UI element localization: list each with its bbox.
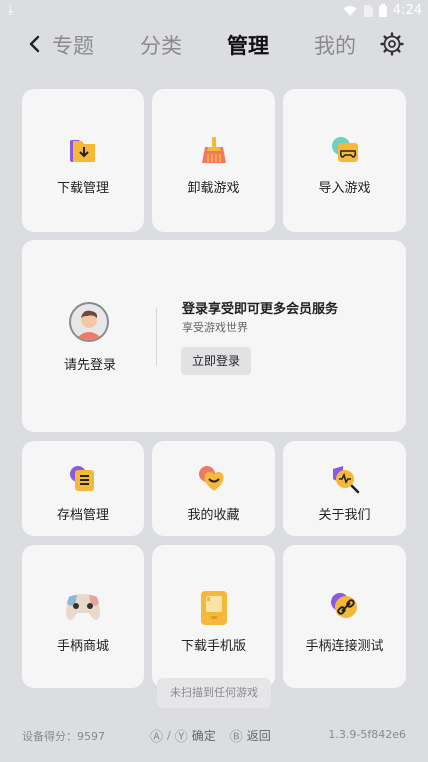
login-button[interactable]: 立即登录 bbox=[181, 347, 251, 375]
confirm-hint: 确定 bbox=[191, 729, 216, 743]
tab-mine[interactable]: 我的 bbox=[314, 30, 356, 60]
no-sim-icon bbox=[363, 4, 373, 17]
phone-icon bbox=[200, 591, 227, 625]
wifi-icon bbox=[343, 5, 357, 16]
divider bbox=[156, 308, 157, 366]
search-heartbeat-icon bbox=[332, 466, 359, 494]
gear-icon[interactable] bbox=[380, 32, 404, 56]
gamepad-import-icon bbox=[331, 137, 358, 162]
download-notification-icon: ⤓ bbox=[8, 3, 14, 17]
status-bar: ⤓ 4:24 bbox=[0, 0, 428, 22]
download-manager-card[interactable]: 下载管理 bbox=[22, 89, 144, 232]
import-game-label: 导入游戏 bbox=[318, 181, 371, 196]
back-hint: 返回 bbox=[246, 729, 271, 743]
login-prompt-label: 请先登录 bbox=[63, 358, 116, 373]
import-game-card[interactable]: 导入游戏 bbox=[283, 89, 406, 232]
app-version: 1.3.9-5f842e6 bbox=[328, 728, 406, 741]
top-nav: 专题 分类 管理 我的 bbox=[0, 28, 428, 64]
controller-test-label: 手柄连接测试 bbox=[305, 639, 384, 654]
login-subtitle: 享受游戏世界 bbox=[182, 321, 248, 334]
user-avatar-icon bbox=[75, 310, 103, 340]
uninstall-game-card[interactable]: 卸载游戏 bbox=[152, 89, 275, 232]
login-card: 请先登录 登录享受即可更多会员服务 享受游戏世界 立即登录 bbox=[22, 240, 406, 432]
download-manager-label: 下载管理 bbox=[56, 181, 109, 196]
avatar[interactable] bbox=[69, 302, 109, 342]
y-button-icon: Ⓨ bbox=[174, 730, 188, 745]
save-manager-label: 存档管理 bbox=[56, 508, 109, 523]
download-mobile-card[interactable]: 下载手机版 bbox=[152, 545, 275, 688]
device-score: 设备得分：9597 bbox=[22, 730, 105, 743]
controller-store-label: 手柄商城 bbox=[56, 639, 109, 654]
about-us-card[interactable]: 关于我们 bbox=[283, 441, 406, 536]
uninstall-game-label: 卸载游戏 bbox=[187, 181, 240, 196]
status-time: 4:24 bbox=[392, 3, 422, 18]
footer: 设备得分：9597 Ⓐ / Ⓨ 确定 Ⓑ 返回 1.3.9-5f842e6 bbox=[0, 726, 428, 746]
controller-icon bbox=[66, 594, 100, 621]
tab-manage[interactable]: 管理 bbox=[227, 30, 269, 60]
a-button-icon: Ⓐ bbox=[150, 730, 164, 745]
battery-icon bbox=[378, 4, 387, 17]
no-games-toast: 未扫描到任何游戏 bbox=[157, 678, 271, 708]
download-folder-icon bbox=[70, 140, 95, 162]
link-icon bbox=[330, 593, 357, 618]
about-us-label: 关于我们 bbox=[318, 508, 371, 523]
broom-icon bbox=[201, 137, 226, 163]
my-favorites-label: 我的收藏 bbox=[187, 508, 240, 523]
login-title: 登录享受即可更多会员服务 bbox=[182, 302, 339, 317]
b-button-icon: Ⓑ bbox=[229, 730, 243, 745]
heart-icon bbox=[198, 466, 224, 491]
tab-topics[interactable]: 专题 bbox=[52, 30, 94, 60]
my-favorites-card[interactable]: 我的收藏 bbox=[152, 441, 275, 536]
back-arrow-icon[interactable] bbox=[26, 32, 44, 56]
status-icons: 4:24 bbox=[343, 3, 422, 18]
save-manager-card[interactable]: 存档管理 bbox=[22, 441, 144, 536]
download-mobile-label: 下载手机版 bbox=[180, 639, 246, 654]
tab-categories[interactable]: 分类 bbox=[140, 30, 182, 60]
button-hints: Ⓐ / Ⓨ 确定 Ⓑ 返回 bbox=[150, 726, 281, 745]
hint-slash: / bbox=[167, 729, 171, 742]
save-list-icon bbox=[70, 466, 94, 491]
controller-store-card[interactable]: 手柄商城 bbox=[22, 545, 144, 688]
controller-test-card[interactable]: 手柄连接测试 bbox=[283, 545, 406, 688]
